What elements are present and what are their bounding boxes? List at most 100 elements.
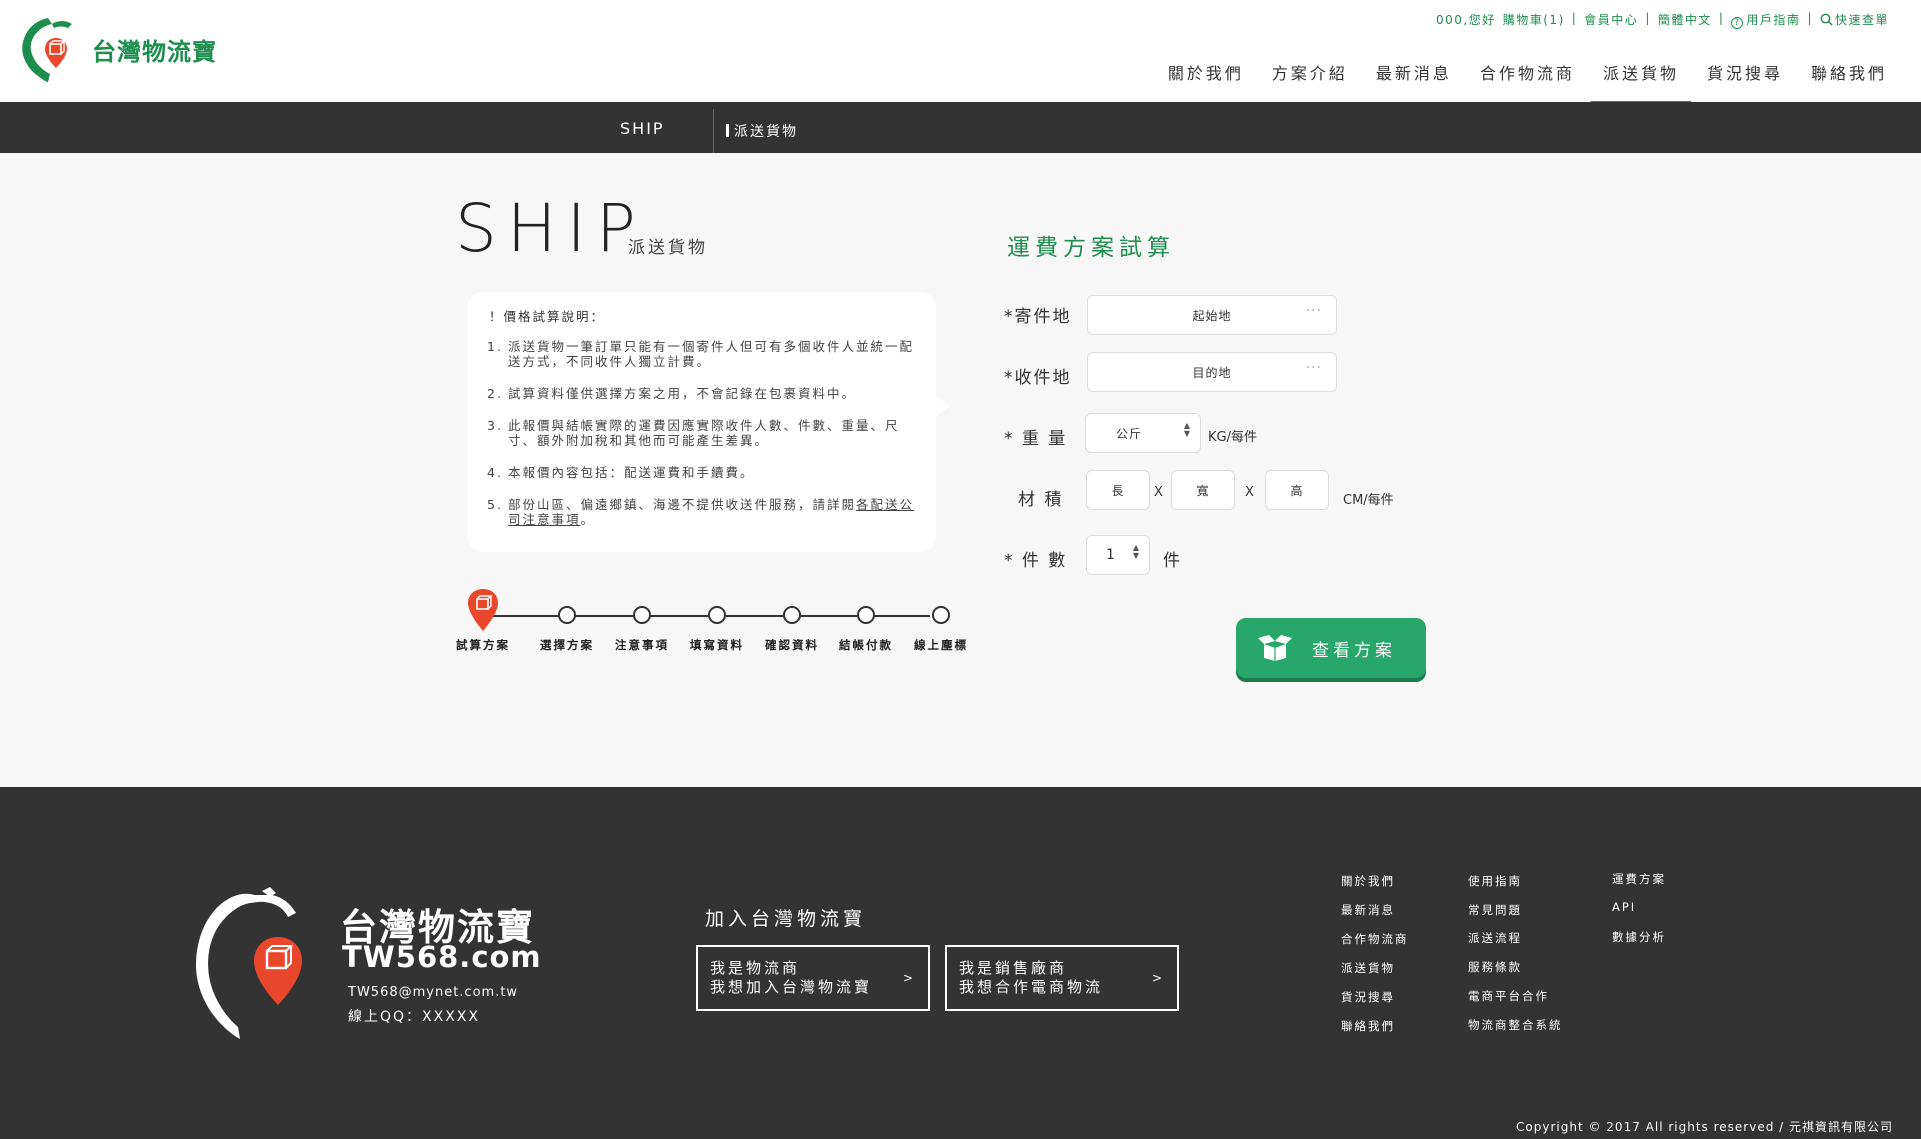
taiwan-map-logo-icon [22, 18, 72, 82]
weight-unit-value: 公斤 [1115, 426, 1142, 441]
volume-unit-suffix: CM/每件 [1343, 493, 1394, 508]
footer-link-integration[interactable]: 物流商整合系統 [1468, 1017, 1563, 1033]
footer-link-faq[interactable]: 常見問題 [1468, 902, 1522, 918]
breadcrumb-divider [713, 109, 714, 153]
pricing-notes-title: ！價格試算說明： [489, 309, 606, 324]
chevron-right-icon: > [1151, 971, 1165, 985]
pricing-notes-box: ！價格試算說明： 1. 派送貨物一筆訂單只能有一個寄件人但可有多個收件人並統一配… [467, 292, 950, 552]
nav-about[interactable]: 關於我們 [1156, 50, 1256, 104]
note-text: 此報價與結帳實際的運費因應實際收件人數、件數、重量、尺寸、額外附加稅和其他而可能… [508, 418, 900, 448]
more-icon: ··· [1305, 360, 1322, 376]
note-text-before: 部份山區、偏遠鄉鎮、海邊不提供收送件服務，請詳閱 [508, 497, 857, 512]
footer-link-tracking[interactable]: 貨況搜尋 [1341, 989, 1395, 1005]
step-label: 選擇方案 [540, 638, 594, 652]
count-unit-suffix: 件 [1163, 551, 1182, 571]
main-nav: 關於我們 方案介紹 最新消息 合作物流商 派送貨物 貨況搜尋 聯絡我們 [1152, 50, 1899, 104]
nav-tracking[interactable]: 貨況搜尋 [1695, 50, 1795, 104]
footer-link-partners[interactable]: 合作物流商 [1341, 931, 1409, 947]
form-title: 運費方案試算 [1007, 235, 1175, 261]
logo-text: 台灣物流寶 [92, 37, 217, 66]
footer-link-ship[interactable]: 派送貨物 [1341, 960, 1395, 976]
footer-link-analytics[interactable]: 數據分析 [1612, 929, 1666, 945]
length-placeholder: 長 [1111, 483, 1125, 498]
language-link[interactable]: 簡體中文 [1658, 11, 1712, 29]
receiver-location-select[interactable]: 目的地 ··· [1087, 352, 1337, 392]
utility-links: 000,您好 購物車(1) | 會員中心 | 簡體中文 | ? 用戶指南 | 快速… [1436, 11, 1889, 29]
weight-unit-select[interactable]: 公斤 ▲ ▼ [1085, 413, 1201, 453]
step-label: 注意事項 [615, 638, 669, 652]
footer-link-terms[interactable]: 服務條款 [1468, 959, 1522, 975]
step-label: 線上塵標 [914, 638, 968, 652]
page-title-en: SHIP [455, 190, 646, 267]
nav-contact[interactable]: 聯絡我們 [1799, 50, 1899, 104]
receiver-value: 目的地 [1192, 365, 1232, 380]
footer-link-process[interactable]: 派送流程 [1468, 930, 1522, 946]
footer-link-guide[interactable]: 使用指南 [1468, 873, 1522, 889]
step-dot [558, 606, 576, 624]
greeting-link[interactable]: 000,您好 [1436, 11, 1496, 29]
step-dot [783, 606, 801, 624]
view-plans-label: 查看方案 [1312, 640, 1396, 661]
receiver-label: *收件地 [1004, 368, 1072, 388]
count-value: 1 [1106, 547, 1116, 563]
nav-partners[interactable]: 合作物流商 [1468, 50, 1587, 104]
sender-value: 起始地 [1192, 308, 1232, 323]
join-as-seller-button[interactable]: 我是銷售廠商 我想合作電商物流 > [945, 945, 1179, 1011]
note-number: 2. [487, 386, 503, 401]
length-input[interactable]: 長 [1086, 470, 1150, 510]
note-number: 1. [487, 339, 503, 354]
footer-link-contact[interactable]: 聯絡我們 [1341, 1018, 1395, 1034]
count-stepper[interactable]: 1 ▲ ▼ [1086, 535, 1150, 575]
note-item: 1. 派送貨物一筆訂單只能有一個寄件人但可有多個收件人並統一配送方式，不同收件人… [485, 339, 926, 369]
dimension-separator: X [1245, 485, 1254, 500]
sender-location-select[interactable]: 起始地 ··· [1087, 295, 1337, 335]
count-label: * 件 數 [1004, 551, 1068, 571]
member-center-link[interactable]: 會員中心 [1584, 11, 1638, 29]
join-as-carrier-button[interactable]: 我是物流商 我想加入台灣物流寶 > [696, 945, 930, 1011]
width-input[interactable]: 寬 [1171, 470, 1235, 510]
footer-email[interactable]: TW568@mynet.com.tw [348, 985, 518, 1000]
step-label: 確認資料 [765, 638, 819, 652]
site-logo[interactable]: 台灣物流寶 [18, 14, 217, 84]
help-icon: ? [1731, 17, 1744, 29]
chevron-right-icon: > [902, 971, 916, 985]
note-text: 本報價內容包括：配送運費和手續費。 [508, 465, 755, 480]
footer-domain: TW568.com [342, 940, 542, 974]
width-placeholder: 寬 [1196, 483, 1210, 498]
step-label: 填寫資料 [690, 638, 744, 652]
footer-link-about[interactable]: 關於我們 [1341, 873, 1395, 889]
footer-link-news[interactable]: 最新消息 [1341, 902, 1395, 918]
nav-ship[interactable]: 派送貨物 [1590, 50, 1691, 104]
nav-plans[interactable]: 方案介紹 [1260, 50, 1360, 104]
footer-qq: 線上QQ：XXXXX [348, 1009, 480, 1025]
user-guide-label: 用戶指南 [1746, 13, 1801, 27]
site-header: 台灣物流寶 000,您好 購物車(1) | 會員中心 | 簡體中文 | ? 用戶指… [0, 0, 1921, 104]
user-guide-link[interactable]: ? 用戶指南 [1731, 11, 1800, 29]
note-number: 4. [487, 465, 503, 480]
note-item: 4. 本報價內容包括：配送運費和手續費。 [485, 465, 926, 480]
note-number: 5. [487, 497, 503, 512]
step-label: 試算方案 [456, 638, 510, 652]
note-number: 3. [487, 418, 503, 433]
footer-link-api[interactable]: API [1612, 900, 1636, 914]
weight-unit-suffix: KG/每件 [1208, 430, 1257, 445]
quick-search-link[interactable]: 快速查單 [1820, 11, 1889, 29]
footer-link-rates[interactable]: 運費方案 [1612, 871, 1666, 887]
footer-link-ecommerce[interactable]: 電商平台合作 [1468, 988, 1549, 1004]
page-title-zh: 派送貨物 [628, 238, 708, 258]
taiwan-map-logo-icon [196, 887, 302, 1039]
open-box-icon [1258, 635, 1292, 661]
copyright: Copyright © 2017 All rights reserved / 元… [1516, 1120, 1893, 1134]
height-input[interactable]: 高 [1265, 470, 1329, 510]
map-pin-box-icon [468, 589, 498, 631]
height-placeholder: 高 [1290, 483, 1304, 498]
volume-label: 材 積 [1018, 490, 1064, 510]
view-plans-button[interactable]: 查看方案 [1236, 618, 1426, 678]
progress-steps: 試算方案 選擇方案 注意事項 填寫資料 確認資料 結帳付款 線上塵標 [454, 588, 966, 658]
search-icon [1820, 13, 1833, 26]
separator: | [1571, 11, 1578, 25]
nav-news[interactable]: 最新消息 [1364, 50, 1464, 104]
breadcrumb-en: SHIP [620, 119, 665, 138]
cart-link[interactable]: 購物車(1) [1503, 11, 1565, 29]
cta-line: 我是物流商 [710, 959, 801, 977]
